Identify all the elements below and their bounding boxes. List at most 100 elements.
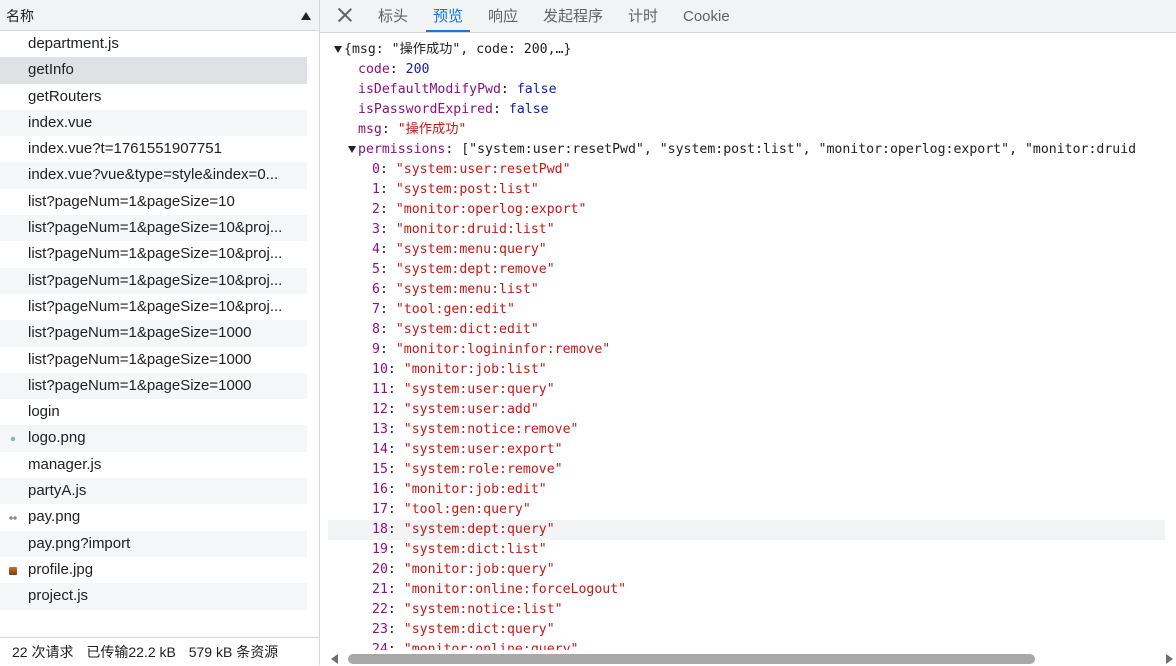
tab-preview[interactable]: 预览 bbox=[425, 0, 471, 32]
array-index: 24 bbox=[372, 642, 388, 650]
array-index: 18 bbox=[372, 522, 388, 537]
tab-timing[interactable]: 计时 bbox=[628, 0, 658, 32]
request-row[interactable]: list?pageNum=1&pageSize=10 bbox=[0, 189, 307, 215]
permission-value: "monitor:operlog:export" bbox=[395, 202, 587, 217]
tab-cookies[interactable]: Cookie bbox=[683, 0, 730, 32]
request-row[interactable]: getInfo bbox=[0, 57, 307, 84]
permission-item[interactable]: 15: "system:role:remove" bbox=[328, 460, 563, 480]
request-row[interactable]: list?pageNum=1&pageSize=1000 bbox=[0, 320, 307, 347]
permission-item[interactable]: 13: "system:notice:remove" bbox=[328, 420, 578, 440]
permission-value: "monitor:job:list" bbox=[403, 362, 547, 377]
permission-item[interactable]: 19: "system:dict:list" bbox=[328, 540, 547, 560]
json-value: false bbox=[516, 82, 557, 97]
transferred-size: 已传输22.2 kB bbox=[86, 644, 176, 660]
array-index: 5 bbox=[372, 262, 380, 277]
scroll-left-icon[interactable] bbox=[331, 654, 338, 664]
permission-value: "monitor:druid:list" bbox=[395, 222, 555, 237]
array-index: 4 bbox=[372, 242, 380, 257]
json-key: isDefaultModifyPwd bbox=[358, 82, 501, 97]
permission-item[interactable]: 21: "monitor:online:forceLogout" bbox=[328, 580, 626, 600]
array-index: 14 bbox=[372, 442, 388, 457]
permission-item[interactable]: 24: "monitor:online:query" bbox=[328, 640, 578, 650]
expand-triangle-icon[interactable] bbox=[348, 146, 356, 153]
tab-response[interactable]: 响应 bbox=[488, 0, 518, 32]
permission-value: "system:user:query" bbox=[403, 382, 555, 397]
permission-value: "system:post:list" bbox=[395, 182, 539, 197]
permission-item[interactable]: 3: "monitor:druid:list" bbox=[328, 220, 555, 240]
scroll-right-icon[interactable] bbox=[1166, 654, 1173, 664]
permission-item[interactable]: 1: "system:post:list" bbox=[328, 180, 539, 200]
json-property: isPasswordExpired: false bbox=[358, 102, 549, 117]
permission-item[interactable]: 16: "monitor:job:edit" bbox=[328, 480, 547, 500]
request-row[interactable]: getRouters bbox=[0, 84, 307, 110]
tab-headers[interactable]: 标头 bbox=[378, 0, 408, 32]
permission-item[interactable]: 4: "system:menu:query" bbox=[328, 240, 547, 260]
request-name: partyA.js bbox=[28, 482, 87, 500]
permissions-key: permissions bbox=[358, 142, 446, 157]
permission-item[interactable]: 8: "system:dict:edit" bbox=[328, 320, 539, 340]
permission-item[interactable]: 5: "system:dept:remove" bbox=[328, 260, 555, 280]
scrollbar-thumb[interactable] bbox=[348, 654, 1035, 664]
request-row[interactable]: project.js bbox=[0, 583, 307, 610]
permission-value: "system:notice:list" bbox=[403, 602, 563, 617]
request-row[interactable]: pay.png bbox=[0, 504, 307, 530]
array-index: 8 bbox=[372, 322, 380, 337]
array-index: 7 bbox=[372, 302, 380, 317]
permission-value: "system:role:remove" bbox=[403, 462, 563, 477]
request-row[interactable]: index.vue?vue&type=style&index=0... bbox=[0, 162, 307, 189]
request-row[interactable]: list?pageNum=1&pageSize=1000 bbox=[0, 347, 307, 373]
permission-item[interactable]: 17: "tool:gen:query" bbox=[328, 500, 531, 520]
permission-item[interactable]: 23: "system:dict:query" bbox=[328, 620, 555, 640]
array-index: 0 bbox=[372, 162, 380, 177]
request-row[interactable]: partyA.js bbox=[0, 478, 307, 505]
expand-triangle-icon[interactable] bbox=[334, 46, 342, 53]
request-row[interactable]: login bbox=[0, 399, 307, 425]
root-object-node[interactable]: {msg: "操作成功", code: 200,…} bbox=[328, 40, 571, 60]
tab-initiator[interactable]: 发起程序 bbox=[543, 0, 603, 32]
request-row[interactable]: index.vue?t=1761551907751 bbox=[0, 136, 307, 162]
permission-item[interactable]: 7: "tool:gen:edit" bbox=[328, 300, 515, 320]
request-row[interactable]: department.js bbox=[0, 31, 307, 57]
permission-value: "system:user:export" bbox=[403, 442, 563, 457]
horizontal-scrollbar[interactable] bbox=[328, 652, 1176, 665]
png-file-icon bbox=[9, 515, 17, 522]
array-index: 10 bbox=[372, 362, 388, 377]
request-row[interactable]: list?pageNum=1&pageSize=1000 bbox=[0, 372, 307, 400]
request-name: manager.js bbox=[28, 455, 102, 473]
request-row[interactable]: list?pageNum=1&pageSize=10&proj... bbox=[0, 267, 307, 294]
permission-item[interactable]: 20: "monitor:job:query" bbox=[328, 560, 555, 580]
permission-item[interactable]: 6: "system:menu:list" bbox=[328, 280, 539, 300]
request-row[interactable]: index.vue bbox=[0, 109, 307, 137]
array-index: 9 bbox=[372, 342, 380, 357]
permissions-node[interactable]: permissions: ["system:user:resetPwd", "s… bbox=[328, 140, 1136, 160]
permission-item[interactable]: 9: "monitor:logininfor:remove" bbox=[328, 340, 610, 360]
array-index: 19 bbox=[372, 542, 388, 557]
permission-item[interactable]: 22: "system:notice:list" bbox=[328, 600, 563, 620]
permission-item[interactable]: 18: "system:dept:query" bbox=[328, 520, 1165, 540]
request-row[interactable]: list?pageNum=1&pageSize=10&proj... bbox=[0, 215, 307, 242]
name-column-header[interactable]: 名称 bbox=[6, 6, 34, 26]
request-row[interactable]: pay.png?import bbox=[0, 530, 307, 557]
sort-ascending-icon[interactable] bbox=[301, 12, 311, 20]
permission-item[interactable]: 10: "monitor:job:list" bbox=[328, 360, 547, 380]
permission-item[interactable]: 12: "system:user:add" bbox=[328, 400, 539, 420]
request-count: 22 次请求 bbox=[12, 644, 74, 660]
array-index: 3 bbox=[372, 222, 380, 237]
permission-item[interactable]: 14: "system:user:export" bbox=[328, 440, 563, 460]
close-icon[interactable] bbox=[337, 7, 353, 23]
request-name: project.js bbox=[28, 587, 89, 605]
request-row[interactable]: list?pageNum=1&pageSize=10&proj... bbox=[0, 294, 307, 320]
permission-item[interactable]: 0: "system:user:resetPwd" bbox=[328, 160, 571, 180]
array-index: 21 bbox=[372, 582, 388, 597]
request-row[interactable]: logo.png bbox=[0, 425, 307, 452]
list-header[interactable]: 名称 bbox=[0, 0, 319, 31]
json-value: false bbox=[508, 102, 549, 117]
permission-item[interactable]: 2: "monitor:operlog:export" bbox=[328, 200, 586, 220]
request-row[interactable]: list?pageNum=1&pageSize=10&proj... bbox=[0, 241, 307, 267]
request-name: pay.png?import bbox=[28, 534, 131, 552]
permission-item[interactable]: 11: "system:user:query" bbox=[328, 380, 555, 400]
request-name: department.js bbox=[28, 35, 119, 52]
request-row[interactable]: profile.jpg bbox=[0, 557, 307, 583]
request-row[interactable]: manager.js bbox=[0, 452, 307, 478]
permission-value: "system:user:resetPwd" bbox=[395, 162, 571, 177]
